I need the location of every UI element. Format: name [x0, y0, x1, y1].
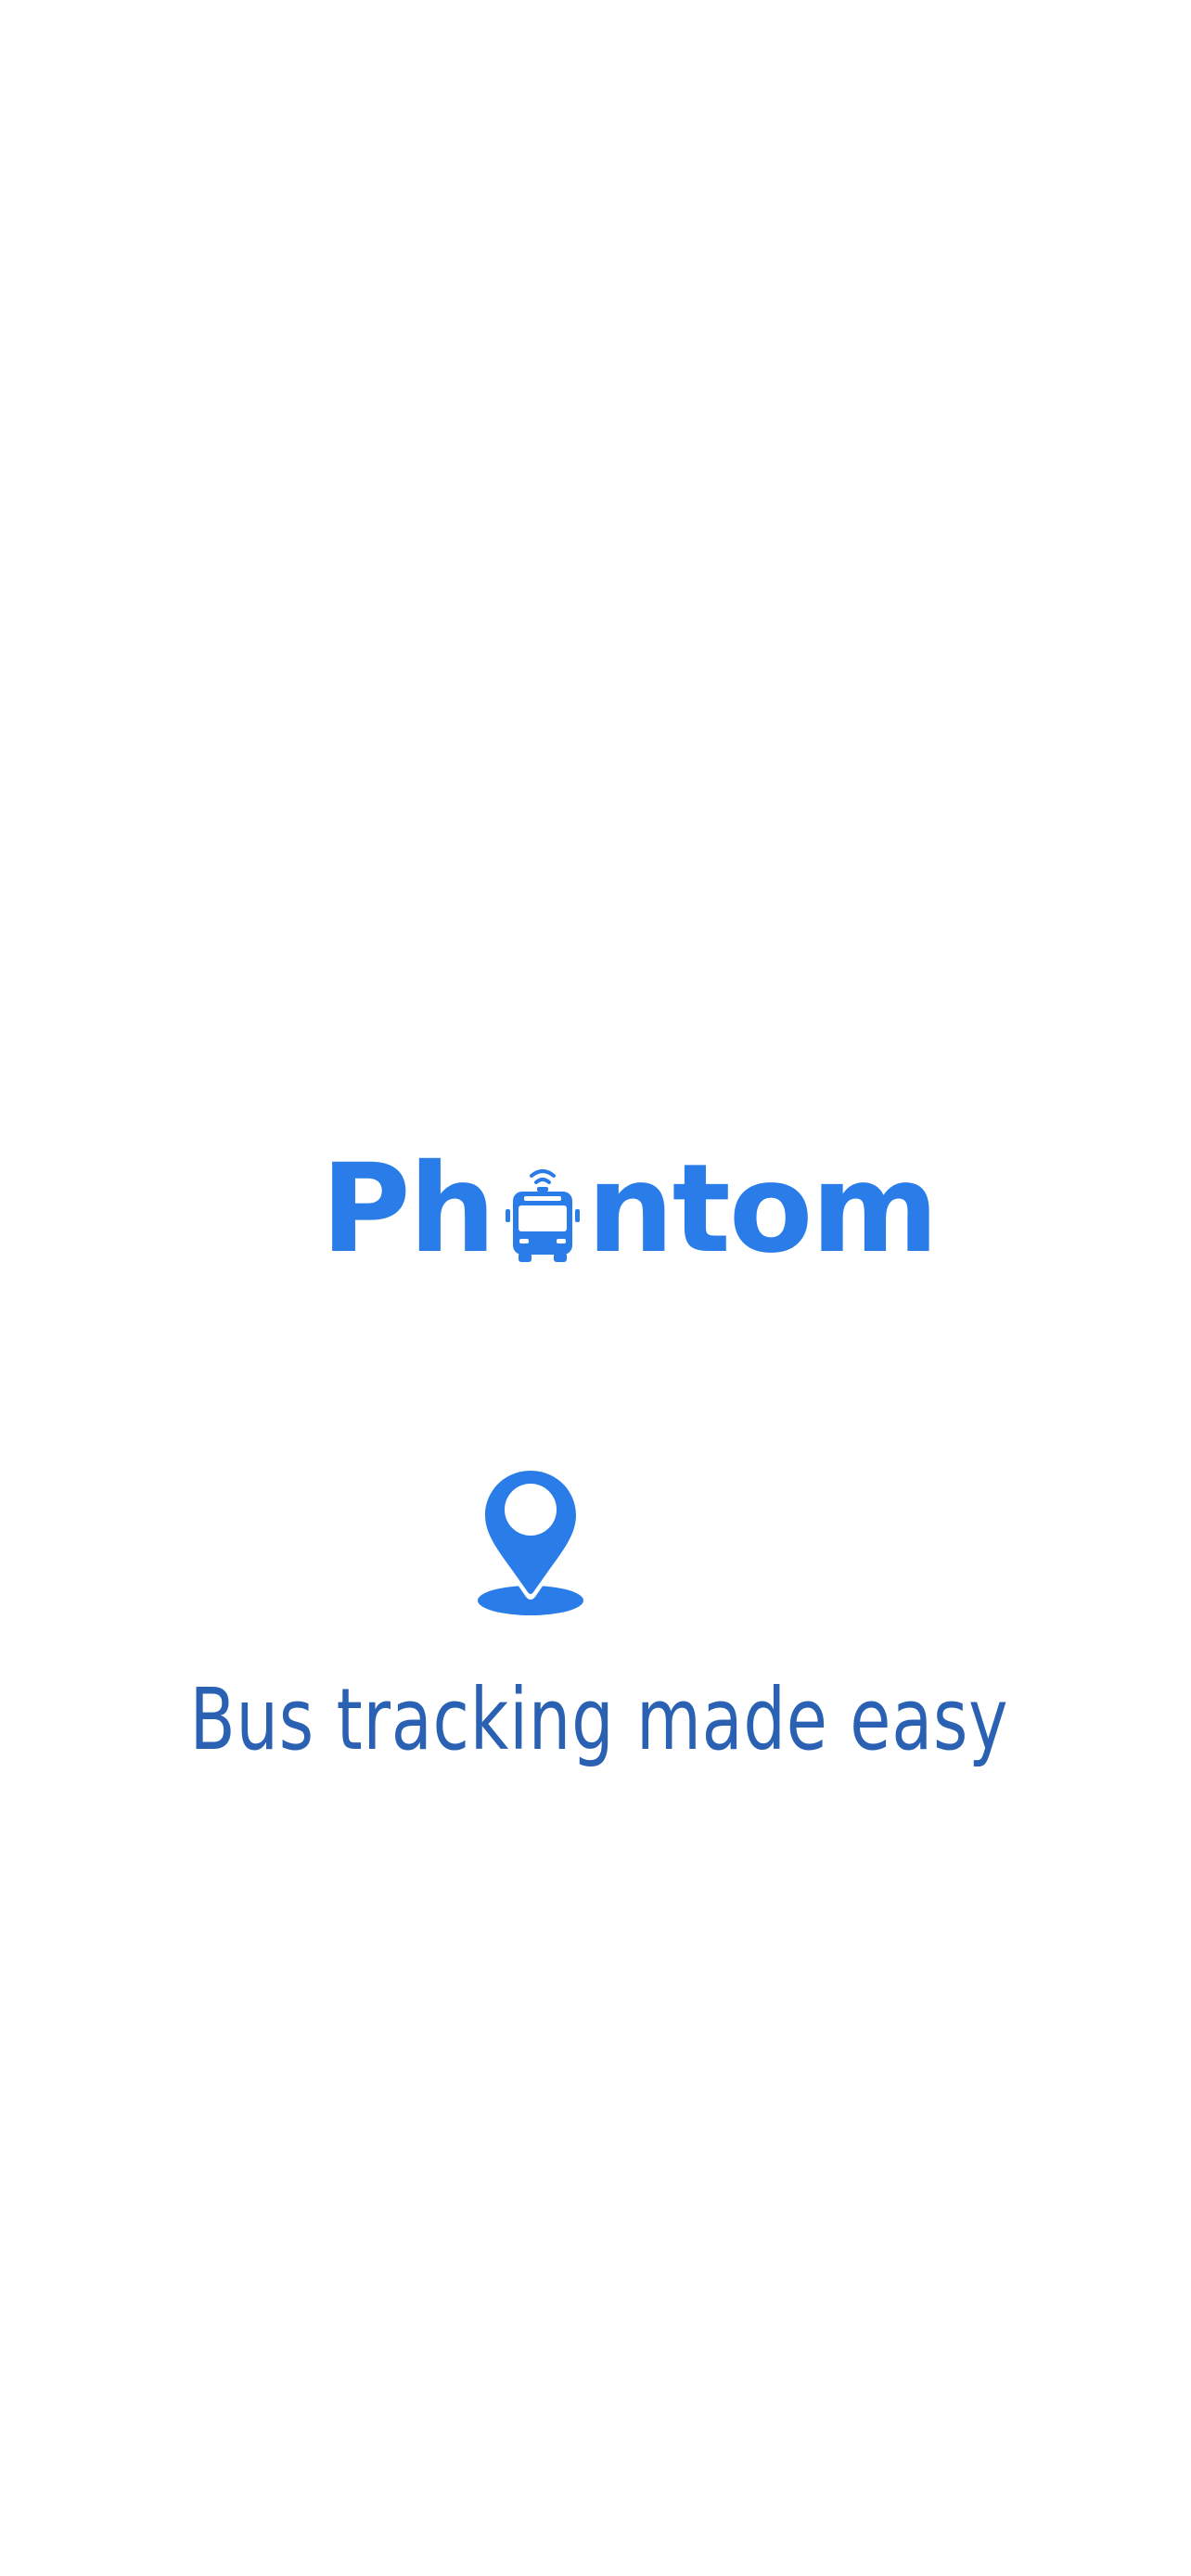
app-logo: Ph ntom	[321, 1138, 939, 1281]
logo-text-suffix: ntom	[586, 1138, 939, 1281]
tagline: Bus tracking made easy	[189, 1670, 1009, 1769]
location-pin-icon	[478, 1463, 583, 1617]
logo-text-prefix: Ph	[321, 1138, 496, 1281]
bus-icon	[504, 1167, 582, 1267]
splash-screen: Ph ntom Bus tracking made easy	[0, 0, 1191, 2576]
